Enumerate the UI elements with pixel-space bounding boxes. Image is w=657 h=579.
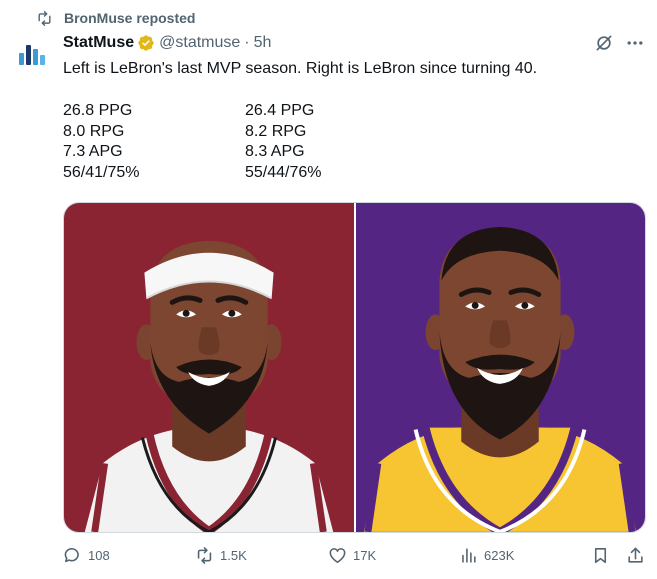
repost-button[interactable]: 1.5K bbox=[195, 545, 247, 565]
reply-button[interactable]: 108 bbox=[63, 545, 110, 565]
separator-dot: · bbox=[244, 34, 250, 51]
views-button[interactable]: 623K bbox=[459, 545, 514, 565]
logo-bar bbox=[19, 53, 24, 65]
bookmark-icon bbox=[594, 547, 607, 563]
bookmark-button[interactable] bbox=[591, 545, 610, 565]
display-name[interactable]: StatMuse bbox=[63, 34, 134, 52]
view-count: 623K bbox=[484, 547, 515, 563]
logo-bar bbox=[26, 45, 31, 65]
stat-line: 7.3 APG bbox=[63, 143, 123, 160]
like-button[interactable]: 17K bbox=[328, 545, 376, 565]
stat-line: 8.3 APG bbox=[245, 143, 305, 160]
handle[interactable]: @statmuse bbox=[159, 34, 240, 52]
lebron-heat-illustration bbox=[84, 240, 334, 532]
verified-badge-icon[interactable] bbox=[137, 34, 155, 52]
reply-icon bbox=[64, 547, 79, 562]
stat-line: 26.4 PPG bbox=[245, 102, 315, 119]
lebron-lakers-illustration bbox=[363, 226, 637, 532]
heart-icon bbox=[329, 547, 346, 563]
tweet-text: Left is LeBron's last MVP season. Right … bbox=[63, 60, 538, 77]
grok-icon[interactable] bbox=[594, 33, 614, 53]
stat-line: 26.8 PPG bbox=[63, 102, 133, 119]
left-stats: 26.8 PPG 8.0 RPG 7.3 APG 56/41/75% bbox=[63, 101, 140, 183]
media-right-image[interactable] bbox=[354, 203, 645, 532]
reply-count: 108 bbox=[88, 547, 110, 563]
stat-line: 56/41/75% bbox=[63, 163, 140, 181]
logo-bar bbox=[40, 55, 45, 65]
repost-icon bbox=[197, 546, 212, 564]
media-left-image[interactable] bbox=[64, 203, 354, 532]
more-options-icon[interactable] bbox=[625, 33, 645, 53]
repost-indicator[interactable]: BronMuse reposted bbox=[36, 9, 195, 27]
stat-line: 55/44/76% bbox=[245, 163, 322, 181]
like-count: 17K bbox=[353, 547, 377, 563]
tweet-header: StatMuse @statmuse · 5h bbox=[63, 33, 271, 53]
share-button[interactable] bbox=[626, 545, 645, 565]
avatar[interactable] bbox=[12, 36, 52, 76]
share-icon bbox=[628, 547, 643, 563]
media-container[interactable] bbox=[63, 202, 646, 533]
stat-line: 8.2 RPG bbox=[245, 122, 307, 140]
logo-bar bbox=[33, 49, 38, 65]
repost-text[interactable]: BronMuse reposted bbox=[64, 10, 195, 26]
timestamp[interactable]: 5h bbox=[254, 34, 272, 52]
views-chart-icon bbox=[462, 547, 476, 563]
action-bar: 108 1.5K 17K 623K bbox=[63, 545, 648, 565]
repost-count: 1.5K bbox=[220, 547, 247, 563]
repost-icon bbox=[38, 10, 51, 26]
right-stats: 26.4 PPG 8.2 RPG 8.3 APG 55/44/76% bbox=[245, 101, 322, 183]
stat-line: 8.0 RPG bbox=[63, 122, 125, 140]
